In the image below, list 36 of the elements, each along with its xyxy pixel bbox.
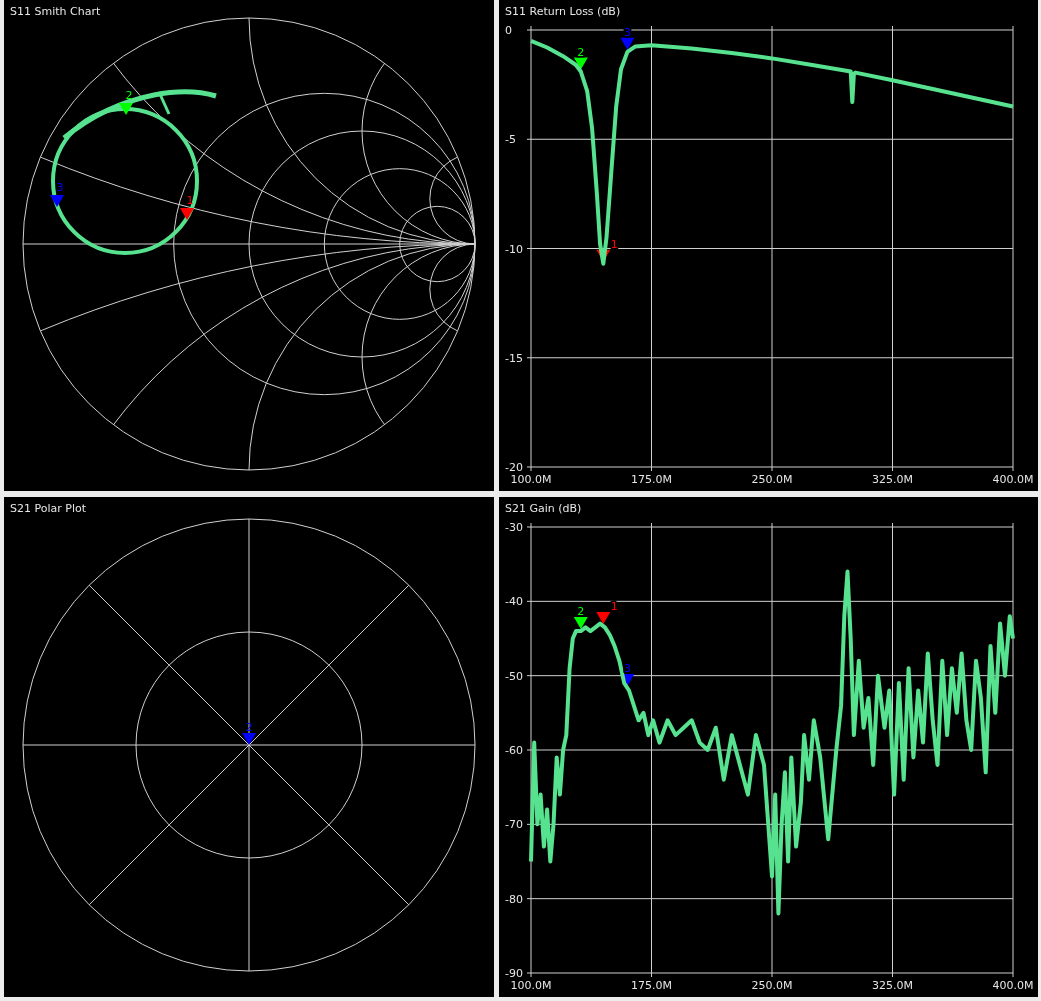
axis-label: 325.0M bbox=[872, 473, 913, 486]
marker-label: 1 bbox=[610, 600, 618, 614]
chart-title: S11 Smith Chart bbox=[10, 5, 101, 18]
axis-label: 325.0M bbox=[872, 979, 913, 992]
marker-label: 1 bbox=[610, 237, 618, 251]
axis-label: -15 bbox=[505, 351, 523, 365]
axis-label: -80 bbox=[505, 892, 523, 906]
chart-title: S21 Polar Plot bbox=[10, 502, 86, 515]
axis-label: 175.0M bbox=[631, 473, 672, 486]
marker-label: 2 bbox=[577, 605, 585, 619]
axis-label: 400.0M bbox=[992, 979, 1034, 992]
marker-label: 1 bbox=[186, 194, 194, 207]
axis-label: -5 bbox=[505, 133, 516, 147]
axis-label: -10 bbox=[505, 242, 523, 256]
axis-label: 250.0M bbox=[751, 979, 793, 992]
marker-label: 2 bbox=[577, 45, 585, 59]
axis-label: -70 bbox=[505, 818, 523, 832]
axis-label: -20 bbox=[505, 461, 523, 474]
axis-label: 0 bbox=[505, 24, 512, 37]
axis-label: 175.0M bbox=[631, 979, 672, 992]
chart-title: S11 Return Loss (dB) bbox=[505, 5, 621, 18]
marker-label: 2 bbox=[125, 89, 133, 102]
axis-label: 250.0M bbox=[751, 473, 793, 486]
axis-label: -90 bbox=[505, 967, 523, 980]
marker-label: 3 bbox=[623, 662, 631, 676]
axis-label: -40 bbox=[505, 595, 523, 609]
axis-label: -30 bbox=[505, 521, 523, 534]
marker-label: 3 bbox=[623, 25, 631, 39]
axis-label: -50 bbox=[505, 669, 523, 683]
chart-title: S21 Gain (dB) bbox=[505, 502, 582, 515]
axis-label: 400.0M bbox=[992, 473, 1034, 486]
marker-label: 3 bbox=[56, 181, 64, 194]
axis-label: 100.0M bbox=[510, 979, 552, 992]
marker-label: 2 bbox=[245, 721, 253, 734]
axis-label: 100.0M bbox=[510, 473, 552, 486]
axis-label: -60 bbox=[505, 744, 523, 757]
